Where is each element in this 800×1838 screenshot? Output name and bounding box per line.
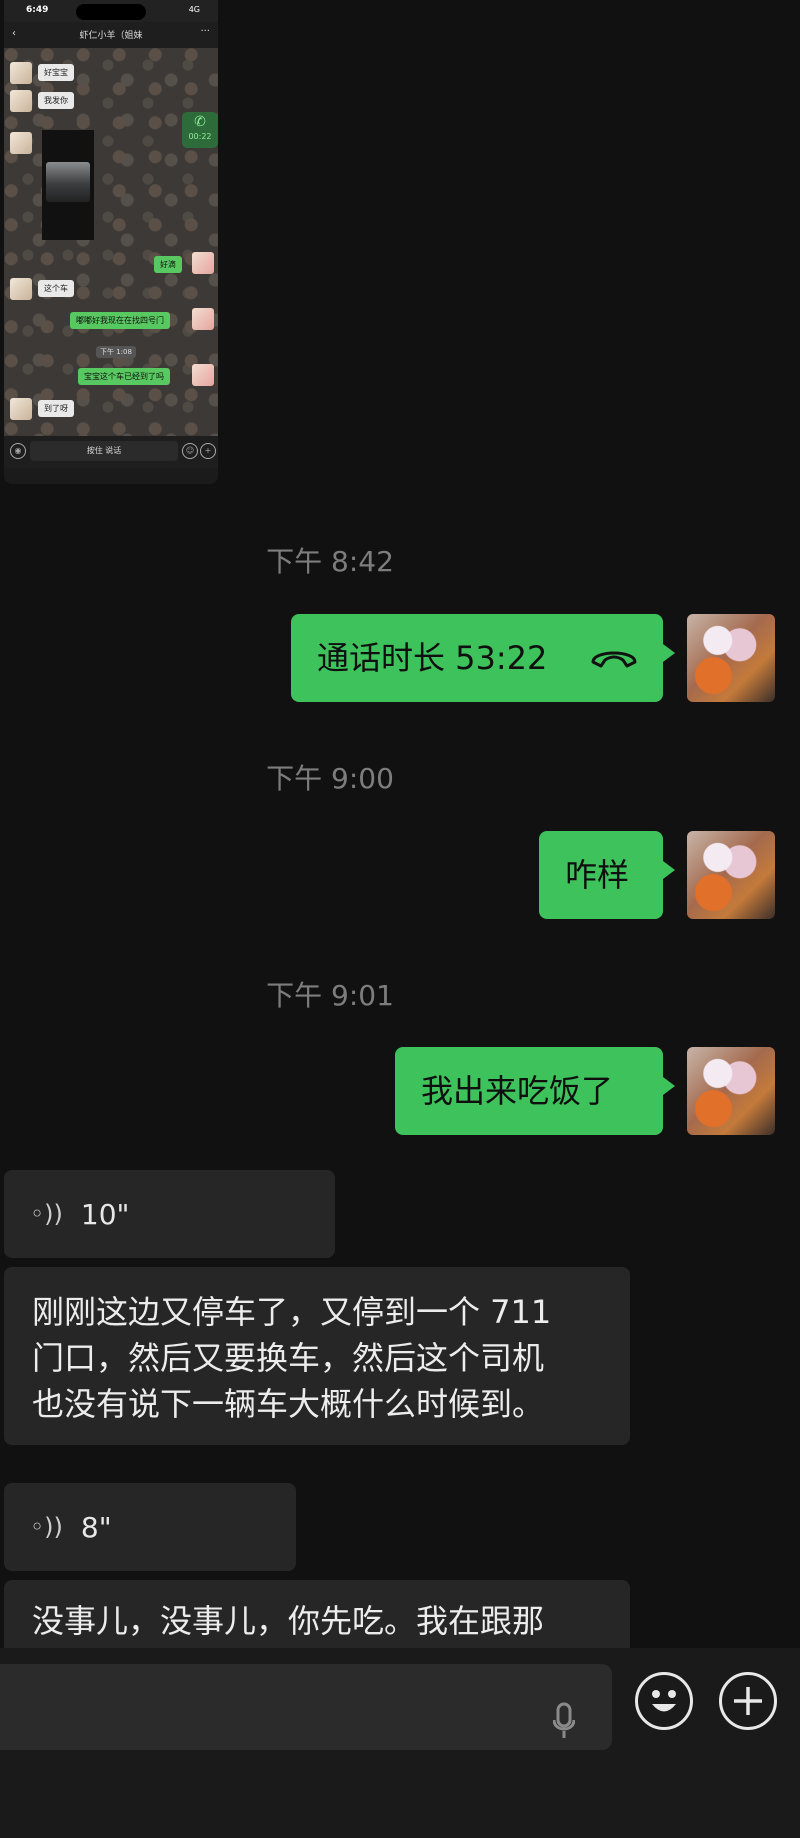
voice-toggle-icon: ◉ bbox=[10, 443, 26, 459]
embedded-chat-background: 好宝宝 我发你 ✆ 00:22 好滴 这个车 嘟嘟好我现在在找四号门 下午 1:… bbox=[4, 48, 218, 436]
dynamic-island bbox=[76, 4, 146, 20]
embedded-message: 嘟嘟好我现在在找四号门 bbox=[70, 312, 170, 329]
transcript-text: 刚刚这边又停车了，又停到一个 711 门口，然后又要换车，然后这个司机 也没有说… bbox=[4, 1267, 630, 1449]
voice-wave-icon: ◦)) bbox=[30, 1200, 63, 1228]
outgoing-message[interactable]: 咋样 bbox=[539, 831, 675, 919]
timestamp: 下午 8:42 bbox=[266, 545, 394, 578]
embedded-nav-bar: ‹ 虾仁小羊（姐妹 ··· bbox=[4, 22, 218, 48]
embedded-message: 这个车 bbox=[38, 280, 74, 297]
embedded-avatar bbox=[10, 278, 32, 300]
voice-wave-icon: ◦)) bbox=[30, 1513, 63, 1541]
voice-message[interactable]: ◦)) 10" bbox=[4, 1170, 335, 1258]
timestamp: 下午 9:01 bbox=[266, 979, 394, 1012]
embedded-avatar bbox=[10, 90, 32, 112]
embedded-message: 好滴 bbox=[154, 256, 182, 273]
embedded-status-bar: 6:49 4G bbox=[4, 0, 218, 22]
call-duration-label: 通话时长 53:22 bbox=[317, 639, 548, 677]
emoji-button[interactable] bbox=[635, 1672, 693, 1730]
avatar[interactable] bbox=[687, 831, 775, 919]
avatar[interactable] bbox=[687, 614, 775, 702]
embedded-hold-to-talk: 按住 说话 bbox=[30, 441, 178, 461]
transcript-line: 没事儿，没事儿，你先吃。我在跟那 bbox=[32, 1602, 545, 1640]
microphone-icon[interactable] bbox=[553, 1702, 575, 1740]
phone-hangup-icon bbox=[591, 651, 637, 668]
voice-message[interactable]: ◦)) 8" bbox=[4, 1483, 296, 1571]
phone-icon: ✆ bbox=[194, 114, 206, 130]
message-text: 我出来吃饭了 bbox=[421, 1072, 614, 1110]
embedded-avatar bbox=[10, 398, 32, 420]
embedded-avatar bbox=[192, 252, 214, 274]
embedded-call-duration: 00:22 bbox=[188, 132, 212, 141]
message-text: 咋样 bbox=[565, 856, 630, 894]
plus-icon: + bbox=[200, 443, 216, 459]
emoji-icon: ☺ bbox=[182, 443, 198, 459]
embedded-input-bar: ◉ 按住 说话 ☺ + bbox=[4, 436, 218, 468]
car-image bbox=[46, 162, 90, 202]
timestamp: 下午 9:00 bbox=[266, 762, 394, 795]
embedded-car-photo bbox=[42, 130, 94, 240]
call-record-bubble[interactable]: 通话时长 53:22 bbox=[291, 614, 675, 702]
voice-transcript[interactable]: 刚刚这边又停车了，又停到一个 711 门口，然后又要换车，然后这个司机 也没有说… bbox=[4, 1267, 630, 1445]
message-input[interactable] bbox=[0, 1664, 612, 1750]
embedded-time-separator: 下午 1:08 bbox=[96, 346, 136, 358]
embedded-signal: 4G bbox=[188, 5, 200, 14]
transcript-line: 刚刚这边又停车了，又停到一个 711 bbox=[32, 1293, 552, 1331]
more-icon: ··· bbox=[200, 26, 210, 37]
plus-icon bbox=[734, 1687, 762, 1715]
outgoing-message[interactable]: 我出来吃饭了 bbox=[395, 1047, 675, 1135]
embedded-message: 我发你 bbox=[38, 92, 74, 109]
embedded-call-card: ✆ 00:22 bbox=[182, 112, 218, 148]
avatar[interactable] bbox=[687, 1047, 775, 1135]
embedded-avatar bbox=[10, 132, 32, 154]
embedded-contact-title: 虾仁小羊（姐妹 bbox=[79, 31, 143, 41]
embedded-avatar bbox=[10, 62, 32, 84]
voice-duration: 8" bbox=[80, 1510, 112, 1544]
plus-button[interactable] bbox=[719, 1672, 777, 1730]
embedded-message: 宝宝这个车已经到了吗 bbox=[78, 368, 170, 385]
embedded-status-time: 6:49 bbox=[26, 5, 49, 15]
voice-duration: 10" bbox=[80, 1197, 130, 1231]
embedded-message: 到了呀 bbox=[38, 400, 74, 417]
embedded-avatar bbox=[192, 308, 214, 330]
emoji-icon bbox=[652, 1690, 676, 1712]
transcript-line: 门口，然后又要换车，然后这个司机 bbox=[32, 1339, 545, 1377]
input-bar bbox=[0, 1648, 800, 1838]
embedded-avatar bbox=[192, 364, 214, 386]
embedded-message: 好宝宝 bbox=[38, 64, 74, 81]
transcript-line: 也没有说下一辆车大概什么时候到。 bbox=[32, 1385, 545, 1423]
embedded-chat-screenshot[interactable]: 6:49 4G ‹ 虾仁小羊（姐妹 ··· 好宝宝 我发你 ✆ 00:22 好滴… bbox=[4, 0, 218, 484]
